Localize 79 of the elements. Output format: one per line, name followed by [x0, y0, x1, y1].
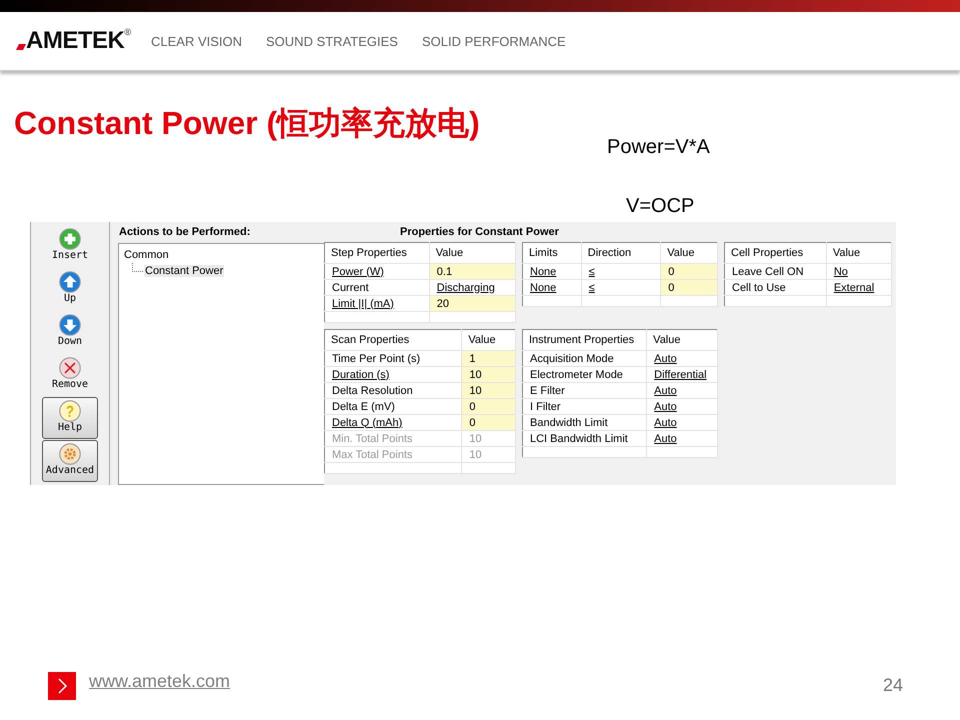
- table-cell[interactable]: Power (W): [324, 264, 430, 280]
- column-header: Step Properties: [324, 242, 430, 264]
- toolbar-button[interactable]: Down: [42, 311, 98, 353]
- chevron-icon: [48, 672, 76, 700]
- table-cell[interactable]: Auto: [646, 414, 718, 430]
- table-cell: 10: [462, 446, 516, 462]
- table-cell[interactable]: Auto: [646, 382, 718, 398]
- table-cell[interactable]: External: [826, 280, 892, 296]
- table-cell[interactable]: Differential: [646, 366, 718, 382]
- toolbar-button[interactable]: Insert: [42, 225, 98, 267]
- table-cell[interactable]: 0: [660, 280, 718, 296]
- table-cell[interactable]: 0: [462, 414, 516, 430]
- logo-text: AMETEK: [26, 27, 124, 55]
- gear-icon: [59, 443, 81, 465]
- table-cell: E Filter: [522, 382, 647, 398]
- section-heading: Actions to be Performed:: [118, 225, 252, 240]
- table-cell: Delta E (mV): [324, 398, 462, 414]
- table-cell: Time Per Point (s): [324, 350, 462, 366]
- toolbar-button[interactable]: Help: [42, 397, 98, 439]
- column-header: Value: [429, 242, 516, 264]
- section-heading: Properties for Constant Power: [399, 225, 560, 240]
- cross-icon: [59, 357, 81, 379]
- tagline: SOLID PERFORMANCE: [422, 34, 566, 48]
- table-cell[interactable]: 20: [429, 296, 516, 312]
- formula-text: Power=V*A: [607, 136, 710, 159]
- tree-connector: [132, 262, 143, 272]
- table-cell: Current: [324, 280, 430, 296]
- table-cell[interactable]: ≤: [581, 264, 661, 280]
- logo-slash-icon: [16, 44, 26, 50]
- page-number: 24: [882, 675, 903, 696]
- table-cell[interactable]: None: [522, 264, 582, 280]
- column-header: Scan Properties: [324, 330, 462, 350]
- table-cell: Min. Total Points: [324, 430, 462, 446]
- column-header: Cell Properties: [724, 242, 826, 264]
- table-cell: Acquisition Mode: [522, 350, 647, 366]
- column-header: Value: [462, 330, 516, 350]
- table-cell[interactable]: 0.1: [429, 264, 516, 280]
- table-cell[interactable]: 10: [462, 366, 516, 382]
- table-cell: Delta Resolution: [324, 382, 462, 398]
- plus-icon: [59, 228, 81, 250]
- column-header: Instrument Properties: [522, 330, 647, 350]
- website-link[interactable]: www.ametek.com: [89, 671, 230, 692]
- table-cell[interactable]: Delta Q (mAh): [324, 414, 462, 430]
- question-mark-icon: [59, 400, 81, 422]
- toolbar-button[interactable]: Remove: [42, 354, 98, 396]
- tagline: SOUND STRATEGIES: [266, 34, 398, 48]
- table-cell[interactable]: Auto: [646, 430, 718, 446]
- table-cell[interactable]: 10: [462, 382, 516, 398]
- column-header: Value: [646, 330, 718, 350]
- table-cell: Leave Cell ON: [724, 264, 826, 280]
- table-cell[interactable]: Auto: [646, 398, 718, 414]
- table-cell: Electrometer Mode: [522, 366, 647, 382]
- table-cell[interactable]: Auto: [646, 350, 718, 366]
- column-header: Value: [826, 242, 892, 264]
- table-cell[interactable]: No: [826, 264, 892, 280]
- table-cell: LCI Bandwidth Limit: [522, 430, 647, 446]
- table-cell[interactable]: 0: [462, 398, 516, 414]
- table-cell[interactable]: Duration (s): [324, 366, 462, 382]
- table-cell[interactable]: 0: [660, 264, 718, 280]
- table-cell[interactable]: ≤: [581, 280, 661, 296]
- toolbar-button[interactable]: Advanced: [42, 440, 98, 482]
- formula-text: V=OCP: [626, 195, 696, 218]
- tagline: CLEAR VISION: [150, 34, 242, 48]
- table-cell: Bandwidth Limit: [522, 414, 647, 430]
- tree-item[interactable]: Common: [124, 249, 169, 261]
- column-header: Value: [660, 242, 718, 264]
- registered-mark: ®: [124, 27, 131, 37]
- table-cell: 10: [462, 430, 516, 446]
- column-header: Limits: [522, 242, 582, 264]
- column-header: Direction: [581, 242, 661, 264]
- table-cell[interactable]: Limit |I| (mA): [324, 296, 430, 312]
- table-cell[interactable]: 1: [462, 350, 516, 366]
- table-cell: Max Total Points: [324, 446, 462, 462]
- table-cell: Cell to Use: [724, 280, 826, 296]
- toolbar-button[interactable]: Up: [42, 268, 98, 310]
- table-cell[interactable]: None: [522, 280, 582, 296]
- slide-title: Constant Power (恒功率充放电): [14, 104, 481, 143]
- table-cell: I Filter: [522, 398, 647, 414]
- tree-item[interactable]: Constant Power: [144, 265, 224, 277]
